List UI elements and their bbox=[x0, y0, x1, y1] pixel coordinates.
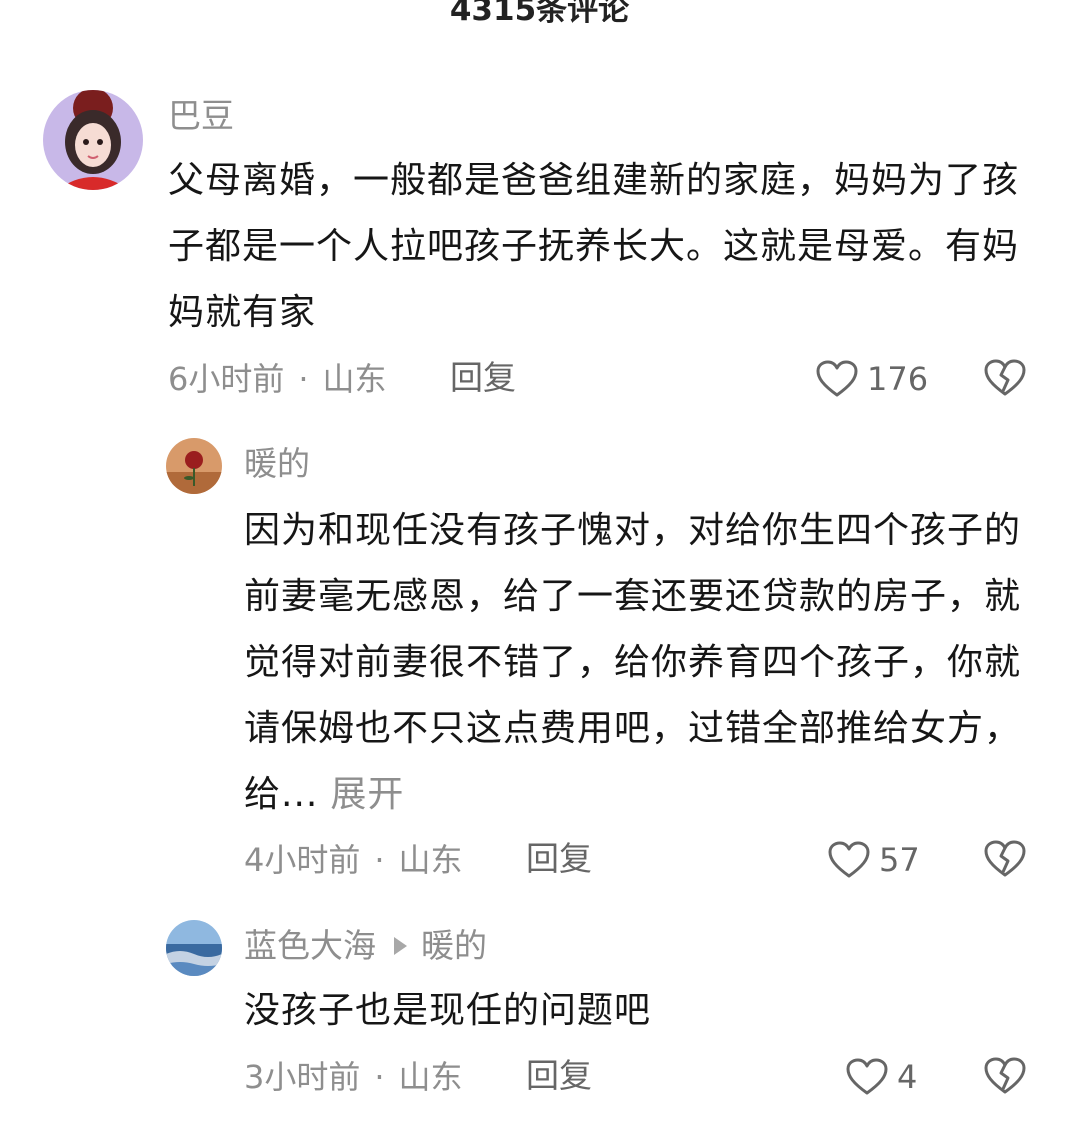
reply-to-username[interactable]: 暖的 bbox=[421, 926, 487, 965]
dislike-button[interactable] bbox=[983, 358, 1027, 402]
comment-text-body: 因为和现任没有孩子愧对，对给你生四个孩子的前妻毫无感恩，给了一套还要还贷款的房子… bbox=[244, 510, 1022, 815]
broken-heart-icon bbox=[984, 359, 1026, 396]
broken-heart-icon bbox=[984, 840, 1026, 877]
separator-dot: · bbox=[374, 1058, 385, 1096]
username[interactable]: 蓝色大海 bbox=[244, 926, 376, 965]
like-count: 176 bbox=[867, 360, 929, 398]
expand-button[interactable]: 展开 bbox=[330, 774, 404, 815]
comment-item: 巴豆 父母离婚，一般都是爸爸组建新的家庭，妈妈为了孩子都是一个人拉吧孩子抚养长大… bbox=[0, 0, 1079, 420]
like-button[interactable]: 4 bbox=[845, 1055, 917, 1099]
comment-meta: 6小时前 · 山东 bbox=[168, 359, 387, 399]
heart-icon bbox=[846, 1058, 888, 1095]
comment-text: 因为和现任没有孩子愧对，对给你生四个孩子的前妻毫无感恩，给了一套还要还贷款的房子… bbox=[244, 498, 1034, 828]
broken-heart-icon bbox=[984, 1057, 1026, 1094]
reply-item: 蓝色大海 暖的 没孩子也是现任的问题吧 3小时前 · 山东 回复 4 bbox=[0, 900, 1079, 1135]
reply-header: 蓝色大海 暖的 bbox=[244, 926, 487, 966]
comment-meta: 3小时前 · 山东 bbox=[244, 1057, 463, 1097]
separator-dot: · bbox=[298, 360, 309, 398]
comment-time: 6小时前 bbox=[168, 360, 285, 398]
user-avatar[interactable] bbox=[166, 438, 222, 494]
reply-button[interactable]: 回复 bbox=[526, 1056, 592, 1096]
user-avatar[interactable] bbox=[43, 90, 143, 190]
comment-meta: 4小时前 · 山东 bbox=[244, 840, 463, 880]
like-button[interactable]: 176 bbox=[815, 357, 928, 401]
username[interactable]: 暖的 bbox=[244, 444, 310, 484]
reply-button[interactable]: 回复 bbox=[526, 839, 592, 879]
reply-arrow-icon bbox=[394, 937, 407, 955]
comment-location: 山东 bbox=[322, 360, 387, 398]
heart-icon bbox=[828, 841, 870, 878]
reply-item: 暖的 因为和现任没有孩子愧对，对给你生四个孩子的前妻毫无感恩，给了一套还要还贷款… bbox=[0, 420, 1079, 900]
girl-avatar-icon bbox=[43, 90, 143, 190]
comment-time: 4小时前 bbox=[244, 841, 361, 879]
dislike-button[interactable] bbox=[983, 1056, 1027, 1100]
comment-text: 没孩子也是现任的问题吧 bbox=[244, 990, 652, 1031]
heart-icon bbox=[816, 360, 858, 397]
username[interactable]: 巴豆 bbox=[168, 96, 234, 136]
comment-location: 山东 bbox=[398, 1058, 463, 1096]
user-avatar[interactable] bbox=[166, 920, 222, 976]
rose-avatar-icon bbox=[166, 438, 222, 494]
comment-time: 3小时前 bbox=[244, 1058, 361, 1096]
like-count: 57 bbox=[879, 841, 920, 879]
dislike-button[interactable] bbox=[983, 839, 1027, 883]
like-count: 4 bbox=[897, 1058, 918, 1096]
separator-dot: · bbox=[374, 841, 385, 879]
sea-avatar-icon bbox=[166, 920, 222, 976]
comment-location: 山东 bbox=[398, 841, 463, 879]
reply-button[interactable]: 回复 bbox=[450, 358, 516, 398]
like-button[interactable]: 57 bbox=[827, 838, 920, 882]
comment-text: 父母离婚，一般都是爸爸组建新的家庭，妈妈为了孩子都是一个人拉吧孩子抚养长大。这就… bbox=[168, 160, 1020, 333]
